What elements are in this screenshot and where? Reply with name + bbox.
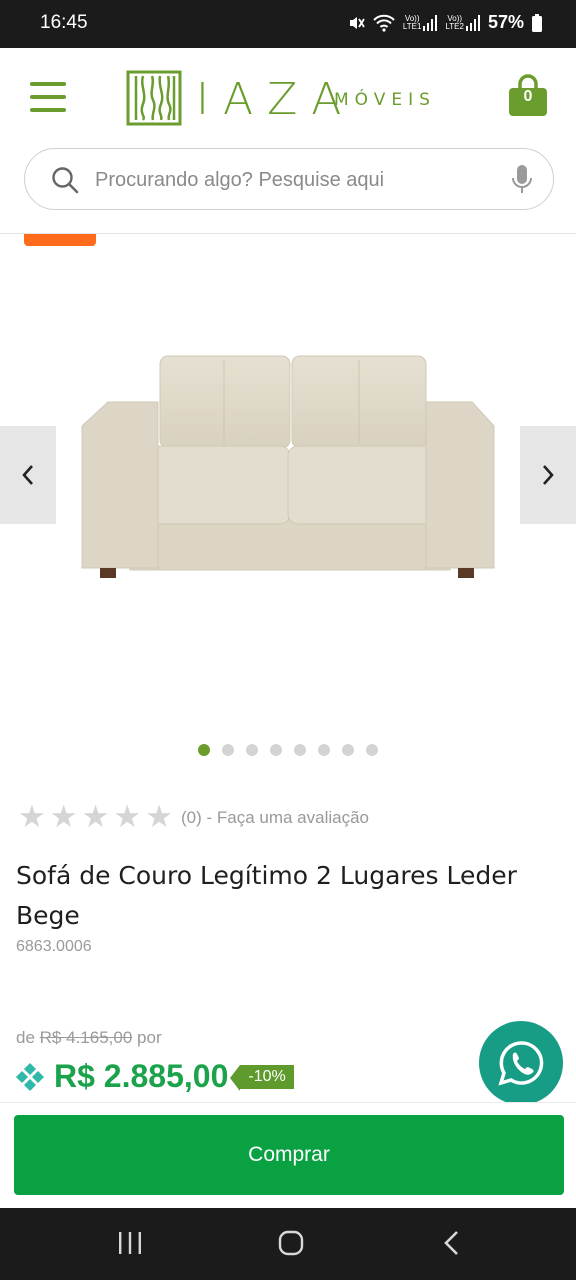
carousel-dot[interactable] [366, 744, 378, 756]
status-icons: Vo)) LTE1 Vo)) LTE2 57% [347, 12, 542, 33]
product-sku: 6863.0006 [16, 938, 92, 955]
star-icon[interactable]: ★ [82, 802, 110, 833]
discount-badge: -10% [230, 1064, 294, 1091]
star-icon[interactable]: ★ [145, 802, 173, 833]
whatsapp-button[interactable] [479, 1021, 563, 1105]
wood-logo-icon [126, 70, 182, 126]
sim2-indicator: Vo)) LTE2 [445, 14, 480, 31]
old-price-line: de R$ 4.165,00 por [16, 1028, 162, 1048]
buy-bar: Comprar [0, 1102, 576, 1208]
hamburger-menu-button[interactable] [28, 80, 68, 114]
logo-wordmark: IAZA [196, 74, 356, 125]
whatsapp-icon [498, 1041, 544, 1086]
carousel-indicators [198, 744, 378, 756]
cart-count-badge: 0 [523, 88, 533, 105]
carousel-prev-button[interactable] [0, 426, 56, 524]
product-rating[interactable]: ★ ★ ★ ★ ★ (0) - Faça uma avaliação [18, 802, 369, 833]
logo-subtitle: MÓVEIS [334, 90, 436, 110]
wifi-icon [373, 14, 395, 32]
battery-percent: 57% [487, 12, 524, 32]
microphone-icon[interactable] [511, 164, 533, 196]
carousel-dot[interactable] [270, 744, 282, 756]
carousel-dot[interactable] [246, 744, 258, 756]
status-time: 16:45 [40, 12, 88, 33]
system-navigation-bar [0, 1208, 576, 1280]
price-line: R$ 2.885,00 -10% [14, 1058, 294, 1095]
star-icon[interactable]: ★ [113, 802, 141, 833]
rating-review-link[interactable]: (0) - Faça uma avaliação [181, 808, 369, 828]
search-icon[interactable] [51, 166, 79, 194]
star-icon[interactable]: ★ [50, 802, 78, 833]
chevron-left-icon [22, 465, 33, 485]
pix-icon [16, 1062, 44, 1091]
carousel-dot[interactable] [222, 744, 234, 756]
product-title: Sofá de Couro Legítimo 2 Lugares Leder B… [16, 861, 517, 930]
carousel-dot[interactable] [342, 744, 354, 756]
chevron-right-icon [543, 465, 554, 485]
star-icon[interactable]: ★ [18, 802, 46, 833]
old-price-prefix: de [16, 1028, 35, 1047]
back-icon[interactable] [442, 1230, 462, 1256]
mute-icon [349, 16, 365, 29]
recent-apps-icon[interactable] [118, 1230, 142, 1256]
brand-logo[interactable]: IAZA MÓVEIS [126, 70, 456, 126]
battery-icon [532, 13, 542, 32]
product-image-carousel[interactable] [0, 246, 576, 776]
signal-icon [465, 14, 480, 31]
promo-badge [24, 234, 96, 246]
carousel-dot[interactable] [294, 744, 306, 756]
cart-button[interactable]: 0 [506, 74, 550, 118]
buy-button[interactable]: Comprar [14, 1115, 564, 1195]
site-header: IAZA MÓVEIS 0 [0, 48, 576, 234]
carousel-next-button[interactable] [520, 426, 576, 524]
search-bar[interactable] [24, 148, 554, 210]
sim1-indicator: Vo)) LTE1 [403, 14, 438, 31]
carousel-dot[interactable] [318, 744, 330, 756]
old-price-suffix: por [137, 1028, 162, 1047]
old-price: R$ 4.165,00 [39, 1028, 133, 1047]
search-input[interactable] [95, 163, 475, 197]
carousel-dot[interactable] [198, 744, 210, 756]
home-icon[interactable] [278, 1230, 304, 1256]
signal-icon [423, 14, 438, 31]
product-image-sofa[interactable] [78, 350, 498, 582]
current-price: R$ 2.885,00 [54, 1058, 229, 1094]
status-bar: 16:45 Vo)) LTE1 Vo)) LTE2 57% [0, 0, 576, 48]
rating-stars[interactable]: ★ ★ ★ ★ ★ [18, 802, 173, 833]
